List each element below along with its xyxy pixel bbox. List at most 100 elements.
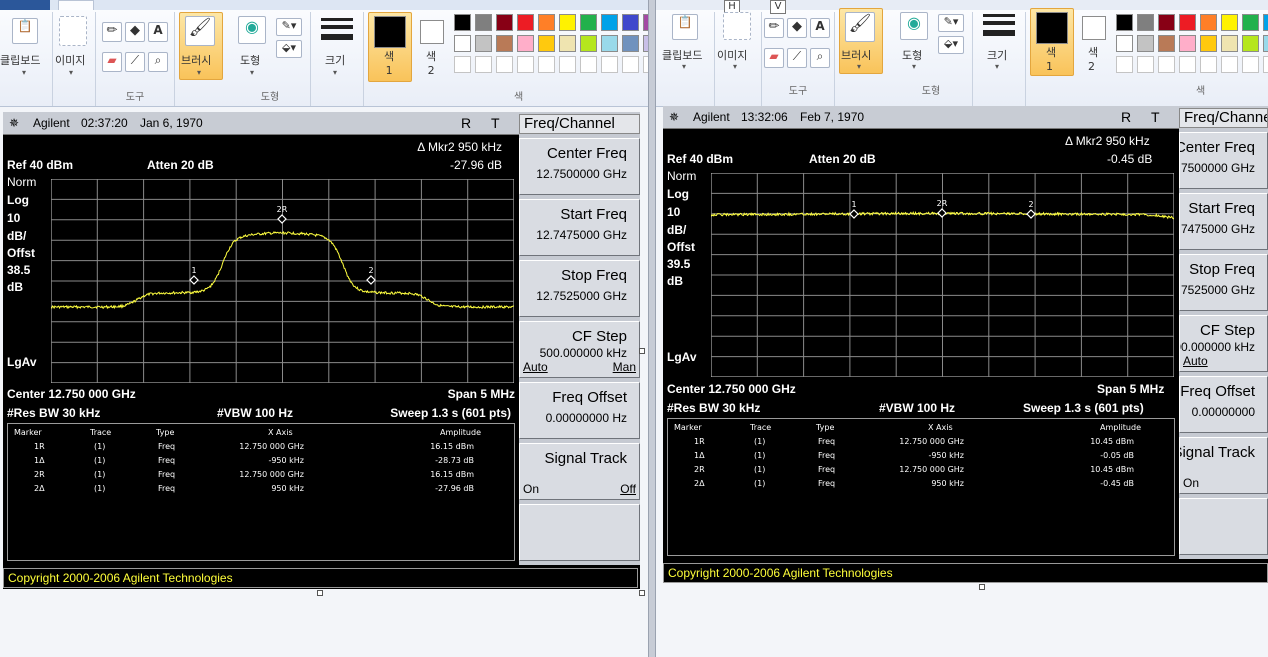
palette-swatch[interactable]	[559, 14, 576, 31]
shapes-label[interactable]: 도형	[240, 52, 260, 68]
palette-swatch[interactable]	[622, 14, 639, 31]
softkey-stop-freq[interactable]: Stop Freq 12.7525000 GHz	[519, 260, 640, 317]
color2-swatch[interactable]	[1082, 16, 1106, 40]
palette-swatch[interactable]	[1116, 14, 1133, 31]
magnifier-icon[interactable]: ⌕	[148, 52, 168, 72]
softkey-center-freq[interactable]: Center Freq 12.7500000 GHz	[519, 138, 640, 195]
text-icon[interactable]: A	[810, 18, 830, 38]
image-label[interactable]: 이미지	[717, 47, 747, 63]
color-picker-icon[interactable]: ⟋	[787, 48, 807, 68]
palette-swatch[interactable]	[580, 35, 597, 52]
palette-swatch[interactable]	[1200, 35, 1217, 52]
clipboard-icon[interactable]: 📋	[672, 14, 698, 40]
softkey-center-freq[interactable]: Center Freq 12.7500000 GHz	[1179, 132, 1268, 189]
fill-shape-icon[interactable]: ⬙▾	[938, 36, 964, 54]
palette-swatch[interactable]	[1242, 14, 1259, 31]
palette-swatch[interactable]	[538, 35, 555, 52]
palette-swatch[interactable]	[580, 14, 597, 31]
window-divider[interactable]	[648, 0, 656, 657]
palette-swatch[interactable]	[496, 14, 513, 31]
color2-label[interactable]: 색 2	[1088, 46, 1098, 74]
palette-swatch[interactable]	[1158, 35, 1175, 52]
palette-swatch[interactable]	[1221, 14, 1238, 31]
softkey-blank[interactable]	[519, 504, 640, 561]
outline-icon[interactable]: ✎▾	[276, 18, 302, 36]
palette-swatch[interactable]	[601, 35, 618, 52]
text-icon[interactable]: A	[148, 22, 168, 42]
custom-swatch[interactable]	[538, 56, 555, 73]
shapes-icon[interactable]: ◉	[900, 12, 928, 40]
size-line-icon[interactable]	[983, 14, 1015, 17]
palette-swatch[interactable]	[454, 35, 471, 52]
eraser-icon[interactable]: ▰	[102, 52, 122, 72]
fill-icon[interactable]: ◆	[125, 22, 145, 42]
palette-swatch[interactable]	[1137, 35, 1154, 52]
palette-swatch[interactable]	[1263, 14, 1268, 31]
palette-swatch[interactable]	[622, 35, 639, 52]
resize-handle[interactable]	[317, 590, 323, 596]
outline-icon[interactable]: ✎▾	[938, 14, 964, 32]
size-line-icon[interactable]	[321, 18, 353, 21]
eraser-icon[interactable]: ▰	[764, 48, 784, 68]
custom-swatch[interactable]	[580, 56, 597, 73]
custom-swatch[interactable]	[622, 56, 639, 73]
palette-swatch[interactable]	[559, 35, 576, 52]
custom-swatch[interactable]	[454, 56, 471, 73]
palette-swatch[interactable]	[496, 35, 513, 52]
palette-swatch[interactable]	[1179, 14, 1196, 31]
palette-swatch[interactable]	[517, 35, 534, 52]
custom-swatch[interactable]	[475, 56, 492, 73]
pencil-icon[interactable]: ✏	[102, 22, 122, 42]
palette-swatch[interactable]	[1137, 14, 1154, 31]
palette-swatch[interactable]	[1179, 35, 1196, 52]
magnifier-icon[interactable]: ⌕	[810, 48, 830, 68]
custom-swatch[interactable]	[1221, 56, 1238, 73]
resize-handle[interactable]	[639, 348, 645, 354]
color2-swatch[interactable]	[420, 20, 444, 44]
image-label[interactable]: 이미지	[55, 52, 85, 68]
palette-swatch[interactable]	[454, 14, 471, 31]
softkey-stop-freq[interactable]: Stop Freq 12.7525000 GHz	[1179, 254, 1268, 311]
clipboard-icon[interactable]: 📋	[12, 18, 38, 44]
shapes-label[interactable]: 도형	[902, 47, 922, 63]
tab-file[interactable]	[0, 0, 50, 10]
palette-swatch[interactable]	[1263, 35, 1268, 52]
custom-swatch[interactable]	[1116, 56, 1133, 73]
palette-swatch[interactable]	[475, 14, 492, 31]
tab-home[interactable]	[58, 0, 94, 10]
select-icon[interactable]	[723, 12, 751, 40]
shapes-icon[interactable]: ◉	[238, 16, 266, 44]
custom-swatch[interactable]	[601, 56, 618, 73]
pencil-icon[interactable]: ✏	[764, 18, 784, 38]
palette-swatch[interactable]	[1242, 35, 1259, 52]
resize-handle[interactable]	[639, 590, 645, 596]
fill-icon[interactable]: ◆	[787, 18, 807, 38]
size-label[interactable]: 크기	[987, 47, 1007, 63]
palette-swatch[interactable]	[517, 14, 534, 31]
color-picker-icon[interactable]: ⟋	[125, 52, 145, 72]
resize-handle[interactable]	[979, 584, 985, 590]
palette-swatch[interactable]	[1200, 14, 1217, 31]
spectrum-plot[interactable]: 1 2R 2	[51, 179, 514, 383]
custom-swatch[interactable]	[1263, 56, 1268, 73]
softkey-cf-step[interactable]: CF Step500.000000 kHzAuto	[1179, 315, 1268, 372]
softkey-freq-offset[interactable]: Freq Offset 0.00000000 Hz	[519, 382, 640, 439]
custom-swatch[interactable]	[517, 56, 534, 73]
palette-swatch[interactable]	[538, 14, 555, 31]
softkey-start-freq[interactable]: Start Freq 12.7475000 GHz	[1179, 193, 1268, 250]
custom-swatch[interactable]	[1179, 56, 1196, 73]
spectrum-plot[interactable]: 1 2R 2	[711, 173, 1174, 377]
custom-swatch[interactable]	[1242, 56, 1259, 73]
custom-swatch[interactable]	[1158, 56, 1175, 73]
custom-swatch[interactable]	[496, 56, 513, 73]
clipboard-label[interactable]: 클립보드	[662, 47, 702, 63]
fill-shape-icon[interactable]: ⬙▾	[276, 40, 302, 58]
clipboard-label[interactable]: 클립보드	[0, 52, 40, 68]
softkey-cf-step[interactable]: CF Step 500.000000 kHz Auto Man	[519, 321, 640, 378]
custom-swatch[interactable]	[1200, 56, 1217, 73]
size-label[interactable]: 크기	[325, 52, 345, 68]
softkey-blank[interactable]	[1179, 498, 1268, 555]
custom-swatch[interactable]	[1137, 56, 1154, 73]
color2-label[interactable]: 색 2	[426, 50, 436, 78]
palette-swatch[interactable]	[601, 14, 618, 31]
